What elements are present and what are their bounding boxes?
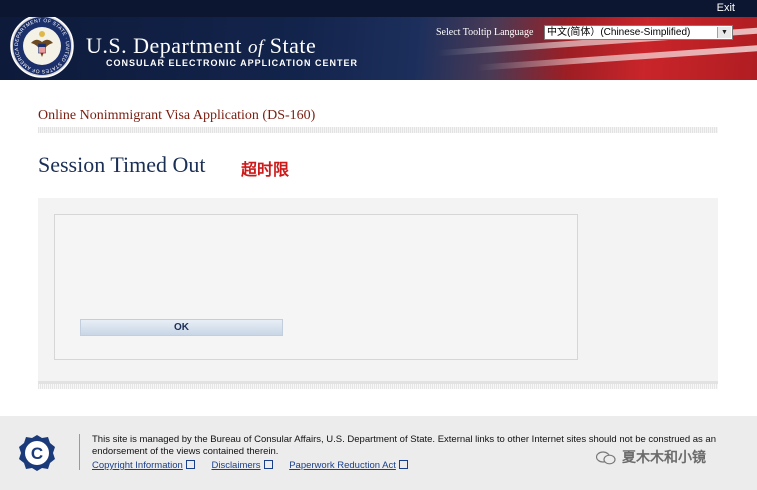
title-divider — [38, 127, 718, 133]
message-box: OK — [54, 214, 578, 360]
external-link-icon — [398, 460, 408, 469]
paperwork-link-label: Paperwork Reduction Act — [289, 460, 396, 471]
wechat-icon — [596, 451, 616, 465]
disclaimers-link[interactable]: Disclaimers — [211, 460, 273, 471]
external-link-icon — [185, 460, 195, 469]
copyright-link[interactable]: Copyright Information — [92, 460, 195, 471]
application-title: Online Nonimmigrant Visa Application (DS… — [38, 108, 316, 123]
footer-links: Copyright Information Disclaimers Paperw… — [92, 459, 422, 471]
header-banner: DEPARTMENT OF STATE · UNITED STATES OF A… — [0, 17, 757, 80]
tooltip-language-value: 中文(简体）(Chinese-Simplified) — [547, 27, 691, 38]
page-title-annotation: 超时限 — [241, 162, 290, 179]
watermark: 夏木木和小镜 — [596, 447, 706, 467]
disclaimers-link-label: Disclaimers — [211, 460, 261, 471]
footer-divider — [79, 434, 80, 470]
tooltip-language-label: Select Tooltip Language — [436, 27, 534, 38]
page-title: Session Timed Out — [38, 152, 206, 177]
department-seal-icon: DEPARTMENT OF STATE · UNITED STATES OF A… — [10, 17, 74, 78]
department-title-of: of — [247, 37, 264, 58]
department-title-part2: State — [263, 33, 317, 58]
tooltip-language-select[interactable]: 中文(简体）(Chinese-Simplified) ▼ — [544, 25, 733, 40]
consular-logo-icon: C — [19, 435, 55, 471]
department-title-part1: U.S. Department — [86, 33, 248, 58]
department-subtitle: CONSULAR ELECTRONIC APPLICATION CENTER — [106, 58, 359, 68]
watermark-text: 夏木木和小镜 — [622, 449, 706, 465]
copyright-link-label: Copyright Information — [92, 460, 183, 471]
chevron-down-icon[interactable]: ▼ — [717, 27, 731, 38]
top-bar: Exit — [0, 0, 757, 17]
external-link-icon — [263, 460, 273, 469]
paperwork-link[interactable]: Paperwork Reduction Act — [289, 460, 408, 471]
footer-logo-letter: C — [31, 444, 43, 463]
department-title: U.S. Department of State — [86, 33, 316, 59]
ok-button[interactable]: OK — [80, 319, 283, 336]
content-panel: OK — [38, 198, 718, 389]
exit-link[interactable]: Exit — [717, 2, 735, 14]
